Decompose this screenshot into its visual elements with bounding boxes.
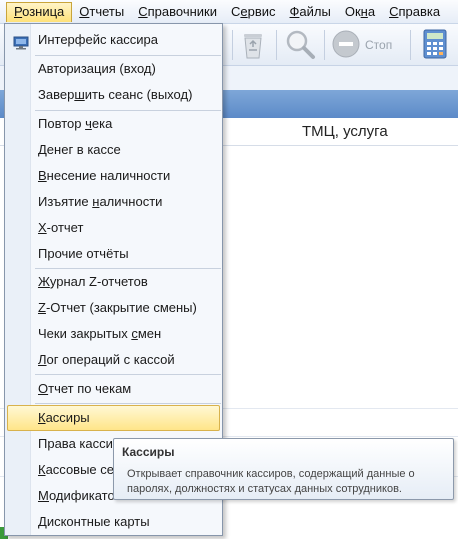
menu-item-cash-deposit[interactable]: Внесение наличности bbox=[7, 163, 220, 189]
calculator-button[interactable] bbox=[420, 28, 450, 62]
magnifier-icon bbox=[284, 28, 316, 63]
toolbar-separator bbox=[324, 30, 325, 60]
menu-retail[interactable]: Розница bbox=[6, 1, 73, 22]
menu-files[interactable]: Файлы bbox=[283, 2, 338, 22]
menu-windows[interactable]: Окна bbox=[338, 2, 382, 22]
menu-service[interactable]: Сервис bbox=[224, 2, 283, 22]
menu-item-logout[interactable]: Завершить сеанс (выход) bbox=[7, 82, 220, 108]
menu-item-register-log[interactable]: Лог операций с кассой bbox=[7, 347, 220, 373]
menu-references[interactable]: Справочники bbox=[131, 2, 224, 22]
stop-button[interactable]: Стоп bbox=[331, 28, 392, 62]
menu-item-repeat-receipt[interactable]: Повтор чека bbox=[7, 111, 220, 137]
menu-bar: Розница Отчеты Справочники Сервис Файлы … bbox=[0, 0, 458, 24]
menu-separator bbox=[35, 403, 221, 404]
menu-item-cash-withdrawal[interactable]: Изъятие наличности bbox=[7, 189, 220, 215]
toolbar-separator bbox=[232, 30, 233, 60]
menu-help[interactable]: Справка bbox=[382, 2, 447, 22]
stop-icon bbox=[331, 29, 361, 62]
menu-item-login[interactable]: Авторизация (вход) bbox=[7, 56, 220, 82]
tooltip-description: Открывает справочник кассиров, содержащи… bbox=[127, 468, 415, 495]
menu-reports[interactable]: Отчеты bbox=[72, 2, 131, 22]
tooltip-title: Кассиры bbox=[122, 445, 175, 459]
stop-label: Стоп bbox=[365, 38, 393, 52]
calculator-icon bbox=[420, 28, 450, 63]
recycle-bin-button[interactable] bbox=[238, 28, 268, 62]
column-header-goods[interactable]: ТМЦ, услуга bbox=[302, 123, 388, 140]
toolbar-separator bbox=[276, 30, 277, 60]
menu-item-cash-in-register[interactable]: Денег в кассе bbox=[7, 137, 220, 163]
menu-item-x-report[interactable]: Х-отчет bbox=[7, 215, 220, 241]
search-button[interactable] bbox=[284, 28, 316, 62]
menu-item-tooltip: Кассиры Открывает справочник кассиров, с… bbox=[113, 438, 454, 500]
menu-item-z-report-journal[interactable]: Журнал Z-отчетов bbox=[7, 269, 220, 295]
menu-item-closed-shift-receipts[interactable]: Чеки закрытых смен bbox=[7, 321, 220, 347]
menu-item-cashier-interface[interactable]: Интерфейс кассира bbox=[7, 27, 220, 53]
menu-item-z-report[interactable]: Z-Отчет (закрытие смены) bbox=[7, 295, 220, 321]
recycle-bin-icon bbox=[238, 28, 268, 63]
menu-item-discount-cards[interactable]: Дисконтные карты bbox=[7, 509, 220, 535]
menu-item-other-reports[interactable]: Прочие отчёты bbox=[7, 241, 220, 267]
menu-item-cashiers[interactable]: Кассиры bbox=[7, 405, 220, 431]
menu-separator bbox=[35, 374, 221, 375]
menu-item-receipts-report[interactable]: Отчет по чекам bbox=[7, 376, 220, 402]
toolbar-separator bbox=[410, 30, 411, 60]
